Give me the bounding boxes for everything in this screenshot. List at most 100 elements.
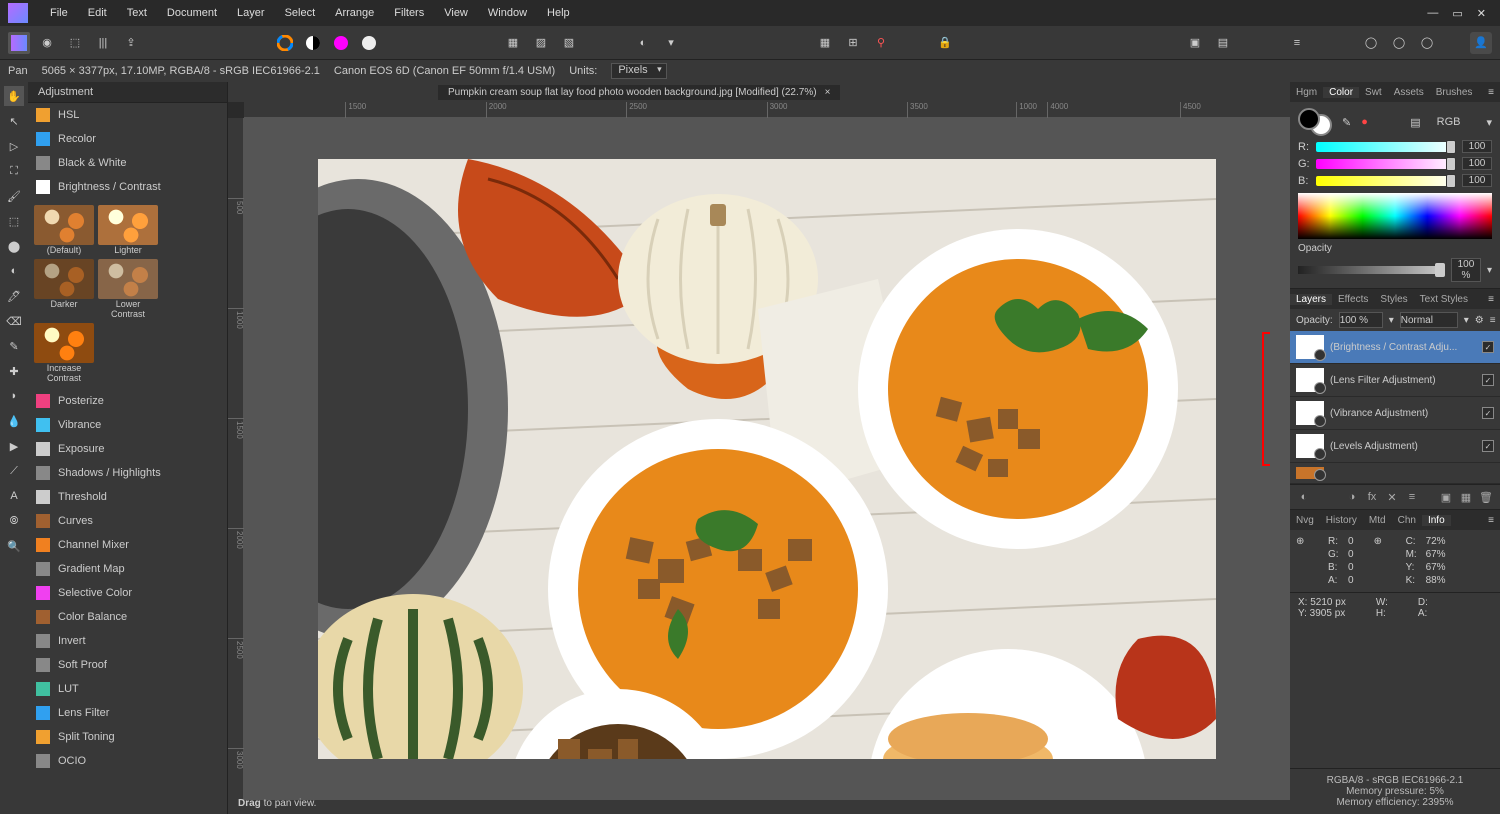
layer-visible-checkbox[interactable]: ✓ [1482,374,1494,386]
preset-darker[interactable]: Darker [34,259,94,319]
adjustment-lens-filter[interactable]: Lens Filter [28,701,227,725]
adjustment-vibrance[interactable]: Vibrance [28,413,227,437]
heal-tool[interactable]: ✚ [4,361,24,381]
panel-menu-icon[interactable]: ≡ [1482,87,1500,98]
tab-nvg[interactable]: Nvg [1290,515,1320,526]
help3-icon[interactable]: ◯ [1416,32,1438,54]
channel-value[interactable]: 100 [1462,174,1492,187]
panel-menu-icon[interactable]: ≡ [1482,294,1500,305]
tab-assets[interactable]: Assets [1388,87,1430,98]
gear-icon[interactable]: ⚙ [1475,315,1484,326]
dropdown-icon[interactable]: ▾ [1486,116,1492,129]
menu-select[interactable]: Select [275,7,326,19]
adjustment-recolor[interactable]: Recolor [28,127,227,151]
adjustment-brightness-contrast[interactable]: Brightness / Contrast [28,175,227,199]
tab-layers[interactable]: Layers [1290,294,1332,305]
adjustment-selective-color[interactable]: Selective Color [28,581,227,605]
menu-view[interactable]: View [434,7,478,19]
layer-visible-checkbox[interactable]: ✓ [1482,341,1494,353]
persona-photo-icon[interactable] [8,32,30,54]
channel-slider[interactable] [1316,176,1456,186]
menu-icon[interactable]: ≡ [1286,32,1308,54]
adjustment-color-balance[interactable]: Color Balance [28,605,227,629]
adjustment-soft-proof[interactable]: Soft Proof [28,653,227,677]
menu-window[interactable]: Window [478,7,537,19]
help1-icon[interactable]: ◯ [1360,32,1382,54]
selection-add-icon[interactable]: ▨ [530,32,552,54]
tab-swt[interactable]: Swt [1359,87,1388,98]
preset-lighter[interactable]: Lighter [98,205,158,255]
color-mode-select[interactable]: RGB [1431,116,1477,128]
gradient-tool[interactable]: ◐ [4,261,24,281]
dropdown-icon[interactable]: ▾ [1464,315,1469,326]
picker-tool[interactable]: ⦾ [4,511,24,531]
adjustment-gradient-map[interactable]: Gradient Map [28,557,227,581]
move-tool[interactable]: ↖ [4,111,24,131]
document-tab[interactable]: Pumpkin cream soup flat lay food photo w… [438,85,840,100]
tab-history[interactable]: History [1320,515,1363,526]
dropdown-icon[interactable]: ▾ [1487,265,1492,276]
adjustment-invert[interactable]: Invert [28,629,227,653]
text-tool[interactable]: A [4,486,24,506]
menu-file[interactable]: File [40,7,78,19]
grid-icon[interactable]: ▦ [814,32,836,54]
menu-edit[interactable]: Edit [78,7,117,19]
blur-tool[interactable]: 💧 [4,411,24,431]
dropdown-icon[interactable]: ▾ [660,32,682,54]
adjustment-posterize[interactable]: Posterize [28,389,227,413]
persona-tone-icon[interactable]: ||| [92,32,114,54]
account-icon[interactable]: 👤 [1470,32,1492,54]
add-layer-icon[interactable]: ▦ [1458,489,1474,505]
preset--default-[interactable]: (Default) [34,205,94,255]
persona-liquify-icon[interactable]: ◉ [36,32,58,54]
adjust-icon[interactable]: ◑ [1344,489,1360,505]
adjustment-curves[interactable]: Curves [28,509,227,533]
tab-effects[interactable]: Effects [1332,294,1374,305]
panel-menu-icon[interactable]: ≡ [1482,515,1500,526]
menu-help[interactable]: Help [537,7,580,19]
delete-icon[interactable]: 🗑 [1478,489,1494,505]
preset-lower-contrast[interactable]: Lower Contrast [98,259,158,319]
preset-increase-contrast[interactable]: Increase Contrast [34,323,94,383]
tab-mtd[interactable]: Mtd [1363,515,1392,526]
arrange-icon[interactable]: ▣ [1184,32,1206,54]
erase-tool[interactable]: ⌫ [4,311,24,331]
adjustment-tab[interactable]: Adjustment [28,82,227,103]
adjustment-threshold[interactable]: Threshold [28,485,227,509]
layer-row[interactable]: (Levels Adjustment)✓ [1290,430,1500,463]
fx-icon[interactable]: fx [1364,489,1380,505]
node-tool[interactable]: ▷ [4,136,24,156]
paint-tool[interactable]: 🖊 [4,286,24,306]
adjustment-channel-mixer[interactable]: Channel Mixer [28,533,227,557]
hue-icon[interactable] [330,32,352,54]
lock-icon[interactable]: 🔒 [934,32,956,54]
adjustment-exposure[interactable]: Exposure [28,437,227,461]
menu-filters[interactable]: Filters [384,7,434,19]
minimize-icon[interactable]: — [1427,7,1438,20]
menu-arrange[interactable]: Arrange [325,7,384,19]
pen-tool[interactable]: ⟋ [4,461,24,481]
magnet-icon[interactable]: ⚲ [870,32,892,54]
channel-value[interactable]: 100 [1462,157,1492,170]
help2-icon[interactable]: ◯ [1388,32,1410,54]
units-select[interactable]: Pixels [611,63,666,79]
adjustment-black-white[interactable]: Black & White [28,151,227,175]
selection-sub-icon[interactable]: ▧ [558,32,580,54]
layer-opacity-input[interactable] [1339,312,1383,328]
dropdown-icon[interactable]: ▾ [1389,315,1394,326]
brush-tool[interactable]: 🖌 [4,186,24,206]
layer-visible-checkbox[interactable]: ✓ [1482,440,1494,452]
tab-brushes[interactable]: Brushes [1430,87,1479,98]
whitebalance-icon[interactable] [358,32,380,54]
blend-mode-select[interactable] [1400,312,1458,328]
panel-menu-icon[interactable]: ▤ [1410,116,1420,129]
quickmask-icon[interactable]: ◐ [632,32,654,54]
layer-visible-checkbox[interactable]: ✓ [1482,407,1494,419]
selection-tool[interactable]: ⬚ [4,211,24,231]
menu-document[interactable]: Document [157,7,227,19]
channel-slider[interactable] [1316,159,1456,169]
contrast-icon[interactable] [302,32,324,54]
adjustment-lut[interactable]: LUT [28,677,227,701]
tab-styles[interactable]: Styles [1374,294,1413,305]
channel-value[interactable]: 100 [1462,140,1492,153]
